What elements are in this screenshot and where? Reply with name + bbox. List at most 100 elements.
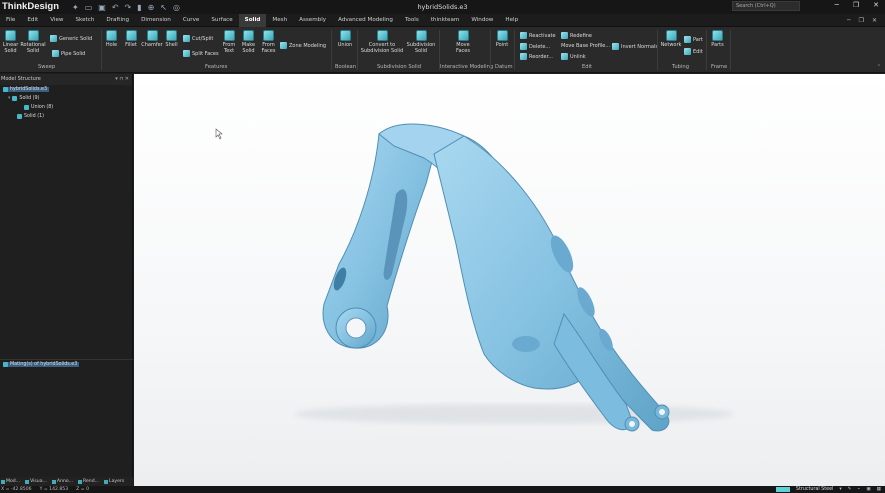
unlink-button[interactable]: Unlink bbox=[561, 53, 586, 60]
group-subdivision-solid: Subdivision Solid bbox=[377, 64, 422, 70]
part-icon bbox=[684, 36, 691, 43]
ribbon-minimize-icon[interactable]: ─ bbox=[847, 17, 851, 24]
menu-advanced-modeling[interactable]: Advanced Modeling bbox=[332, 14, 399, 27]
ribbon-close-icon[interactable]: ✕ bbox=[872, 17, 877, 24]
convert-to-subdivision-button[interactable]: Convert to Subdivision Solid bbox=[360, 30, 404, 54]
print-icon[interactable]: ▮ bbox=[137, 3, 141, 12]
move-faces-button[interactable]: Move Faces bbox=[452, 30, 474, 54]
fillet-button[interactable]: Fillet bbox=[124, 30, 138, 48]
panel-header: Model Structure ▾ ⊓ ✕ bbox=[0, 74, 132, 85]
menu-edit[interactable]: Edit bbox=[21, 14, 44, 27]
restore-icon[interactable]: ❐ bbox=[853, 1, 859, 9]
menu-file[interactable]: File bbox=[0, 14, 21, 27]
ribbon: Linear Solid Rotational Solid Generic So… bbox=[0, 27, 885, 73]
ribbon-separator bbox=[357, 30, 358, 70]
linear-solid-button[interactable]: Linear Solid bbox=[2, 30, 19, 54]
tab-layers[interactable]: Layers bbox=[104, 479, 124, 484]
point-button[interactable]: Point bbox=[494, 30, 510, 48]
undo-icon[interactable]: ↶ bbox=[112, 3, 119, 12]
subdivision-solid-button[interactable]: Subdivision Solid bbox=[406, 30, 436, 54]
reorder-button[interactable]: Reorder... bbox=[520, 53, 553, 60]
move-base-profile-button[interactable]: Move Base Profile... bbox=[561, 43, 610, 49]
menu-tools[interactable]: Tools bbox=[399, 14, 425, 27]
display-icon[interactable]: ▣ bbox=[866, 487, 870, 492]
minimize-icon[interactable]: ─ bbox=[835, 1, 839, 9]
tree-item-solid-9[interactable]: ▾ Solid (9) bbox=[8, 96, 39, 101]
tree-root[interactable]: hybridSolids.e3 bbox=[3, 87, 49, 92]
tab-render[interactable]: Rend... bbox=[78, 479, 99, 484]
tubing-part-button[interactable]: Part bbox=[684, 36, 703, 43]
point-icon bbox=[496, 30, 508, 41]
pen-icon[interactable]: ✎ bbox=[848, 487, 852, 492]
x-coordinate: X = -42.8506 bbox=[1, 487, 32, 492]
menu-solid[interactable]: Solid bbox=[238, 13, 267, 27]
reactivate-icon bbox=[520, 32, 527, 39]
tab-model[interactable]: Mod... bbox=[1, 479, 20, 484]
pipe-solid-button[interactable]: Pipe Solid bbox=[52, 50, 85, 57]
chamfer-icon bbox=[146, 30, 158, 41]
open-icon[interactable]: ▭ bbox=[85, 3, 93, 12]
shell-button[interactable]: Shell bbox=[164, 30, 179, 48]
zone-modeling-button[interactable]: Zone Modeling bbox=[280, 42, 326, 49]
menu-thinkteam[interactable]: thinkteam bbox=[425, 14, 466, 27]
grid-icon[interactable]: ▦ bbox=[877, 487, 881, 492]
move-faces-icon bbox=[457, 30, 469, 41]
snap-icon[interactable]: ⊕ bbox=[148, 3, 155, 12]
union-button[interactable]: Union bbox=[336, 30, 354, 48]
redo-icon[interactable]: ↷ bbox=[125, 3, 132, 12]
menu-view[interactable]: View bbox=[44, 14, 69, 27]
menu-window[interactable]: Window bbox=[465, 14, 499, 27]
ribbon-collapse-icon[interactable]: ⌃ bbox=[877, 64, 881, 70]
menu-dimension[interactable]: Dimension bbox=[135, 14, 177, 27]
network-button[interactable]: Network bbox=[661, 30, 681, 48]
menu-drafting[interactable]: Drafting bbox=[100, 14, 135, 27]
panel-controls: ▾ ⊓ ✕ bbox=[115, 76, 129, 82]
menu-sketch[interactable]: Sketch bbox=[70, 14, 101, 27]
cut-split-button[interactable]: Cut/Split bbox=[183, 35, 213, 42]
split-faces-button[interactable]: Split Faces bbox=[183, 50, 219, 57]
generic-solid-icon bbox=[50, 35, 57, 42]
close-icon[interactable]: ✕ bbox=[873, 1, 879, 9]
delete-button[interactable]: Delete... bbox=[520, 43, 550, 50]
from-text-button[interactable]: From Text bbox=[221, 30, 237, 54]
group-boolean: Boolean bbox=[335, 64, 357, 70]
ribbon-separator bbox=[514, 30, 515, 70]
expand-icon[interactable]: ▾ bbox=[8, 96, 10, 101]
3d-viewport[interactable] bbox=[134, 74, 885, 486]
tree-item-solid-1[interactable]: Solid (1) bbox=[17, 114, 44, 119]
pipe-solid-icon bbox=[52, 50, 59, 57]
edit-icon bbox=[684, 48, 691, 55]
view-icon[interactable]: ◎ bbox=[173, 3, 180, 12]
tab-annotation[interactable]: Anno... bbox=[52, 479, 73, 484]
matings-item[interactable]: Mating(s) of hybridSolids.e3 bbox=[3, 362, 80, 367]
rotational-solid-button[interactable]: Rotational Solid bbox=[20, 30, 46, 54]
from-faces-icon bbox=[263, 30, 274, 41]
make-solid-button[interactable]: Make Solid bbox=[240, 30, 257, 54]
select-icon[interactable]: ↖ bbox=[160, 3, 167, 12]
tree-item-union-8[interactable]: Union (8) bbox=[24, 105, 53, 110]
material-dropdown-icon[interactable]: ▾ bbox=[839, 487, 841, 492]
reactivate-button[interactable]: Reactivate bbox=[520, 32, 556, 39]
new-icon[interactable]: ✦ bbox=[72, 3, 79, 12]
menu-surface[interactable]: Surface bbox=[205, 14, 238, 27]
save-icon[interactable]: ▣ bbox=[98, 3, 106, 12]
generic-solid-button[interactable]: Generic Solid bbox=[50, 35, 92, 42]
tab-visual[interactable]: Visua... bbox=[25, 479, 47, 484]
menu-curve[interactable]: Curve bbox=[177, 14, 206, 27]
redefine-button[interactable]: Redefine bbox=[561, 32, 592, 39]
from-faces-button[interactable]: From Faces bbox=[260, 30, 277, 54]
tubing-edit-button[interactable]: Edit bbox=[684, 48, 703, 55]
ribbon-separator bbox=[101, 30, 102, 70]
invert-normals-button[interactable]: Invert Normals bbox=[612, 43, 658, 50]
menu-assembly[interactable]: Assembly bbox=[293, 14, 332, 27]
search-input[interactable]: Search (Ctrl+Q) bbox=[732, 1, 800, 11]
menu-mesh[interactable]: Mesh bbox=[266, 14, 293, 27]
menu-help[interactable]: Help bbox=[499, 14, 524, 27]
chamfer-button[interactable]: Chamfer bbox=[141, 30, 163, 48]
ribbon-restore-icon[interactable]: ❐ bbox=[859, 17, 864, 24]
hole-button[interactable]: Hole bbox=[105, 30, 118, 48]
bracket-part[interactable] bbox=[322, 123, 670, 432]
brush-icon[interactable]: ⌁ bbox=[858, 487, 861, 492]
material-name[interactable]: Structural Steel bbox=[796, 487, 833, 492]
parts-button[interactable]: Parts bbox=[710, 30, 725, 48]
